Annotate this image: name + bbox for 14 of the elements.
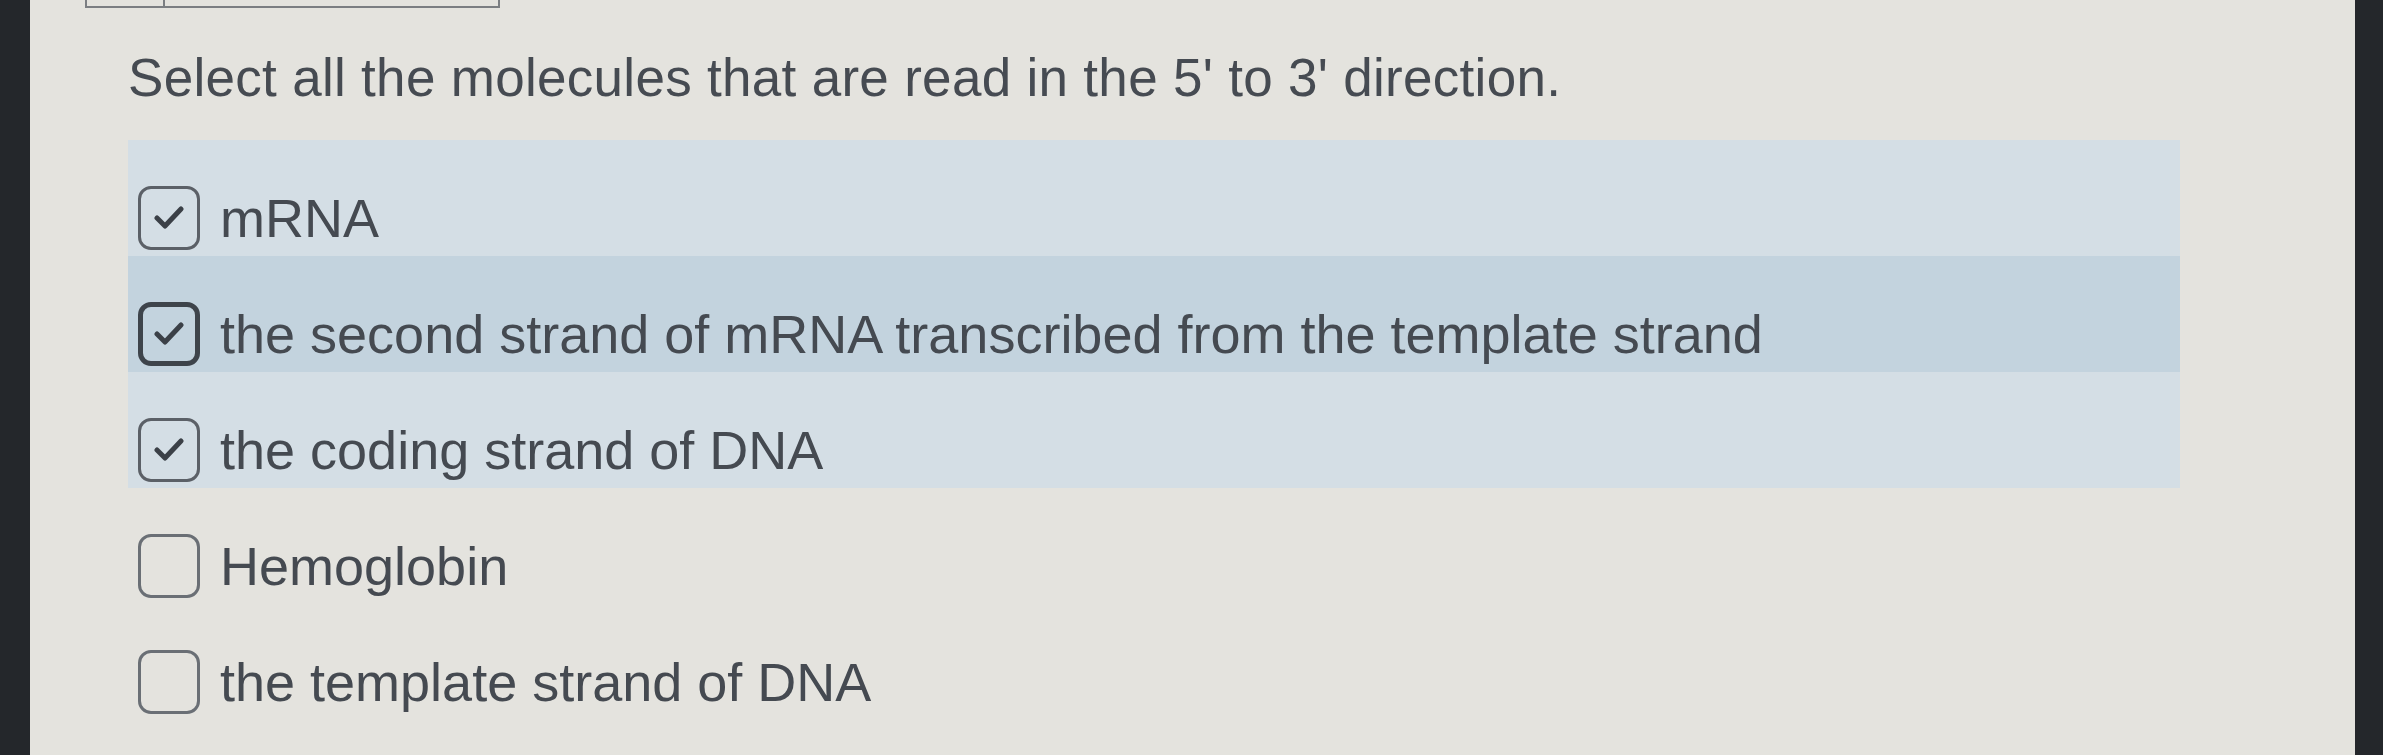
checkbox[interactable] [138, 186, 200, 250]
checkbox[interactable] [138, 418, 200, 482]
check-icon [154, 206, 184, 230]
option-label[interactable]: Hemoglobin [220, 536, 509, 596]
check-icon [154, 438, 184, 462]
checkbox[interactable] [138, 302, 200, 366]
question-text: Select all the molecules that are read in the 5' to 3' direction. [128, 48, 1562, 108]
option-label[interactable]: the template strand of DNA [220, 652, 872, 712]
check-icon [154, 322, 184, 346]
checkbox[interactable] [138, 650, 200, 714]
option-label[interactable]: mRNA [220, 188, 379, 248]
option-label[interactable]: the second strand of mRNA transcribed from the template strand [220, 304, 1763, 364]
option-label[interactable]: the coding strand of DNA [220, 420, 824, 480]
checkbox[interactable] [138, 534, 200, 598]
